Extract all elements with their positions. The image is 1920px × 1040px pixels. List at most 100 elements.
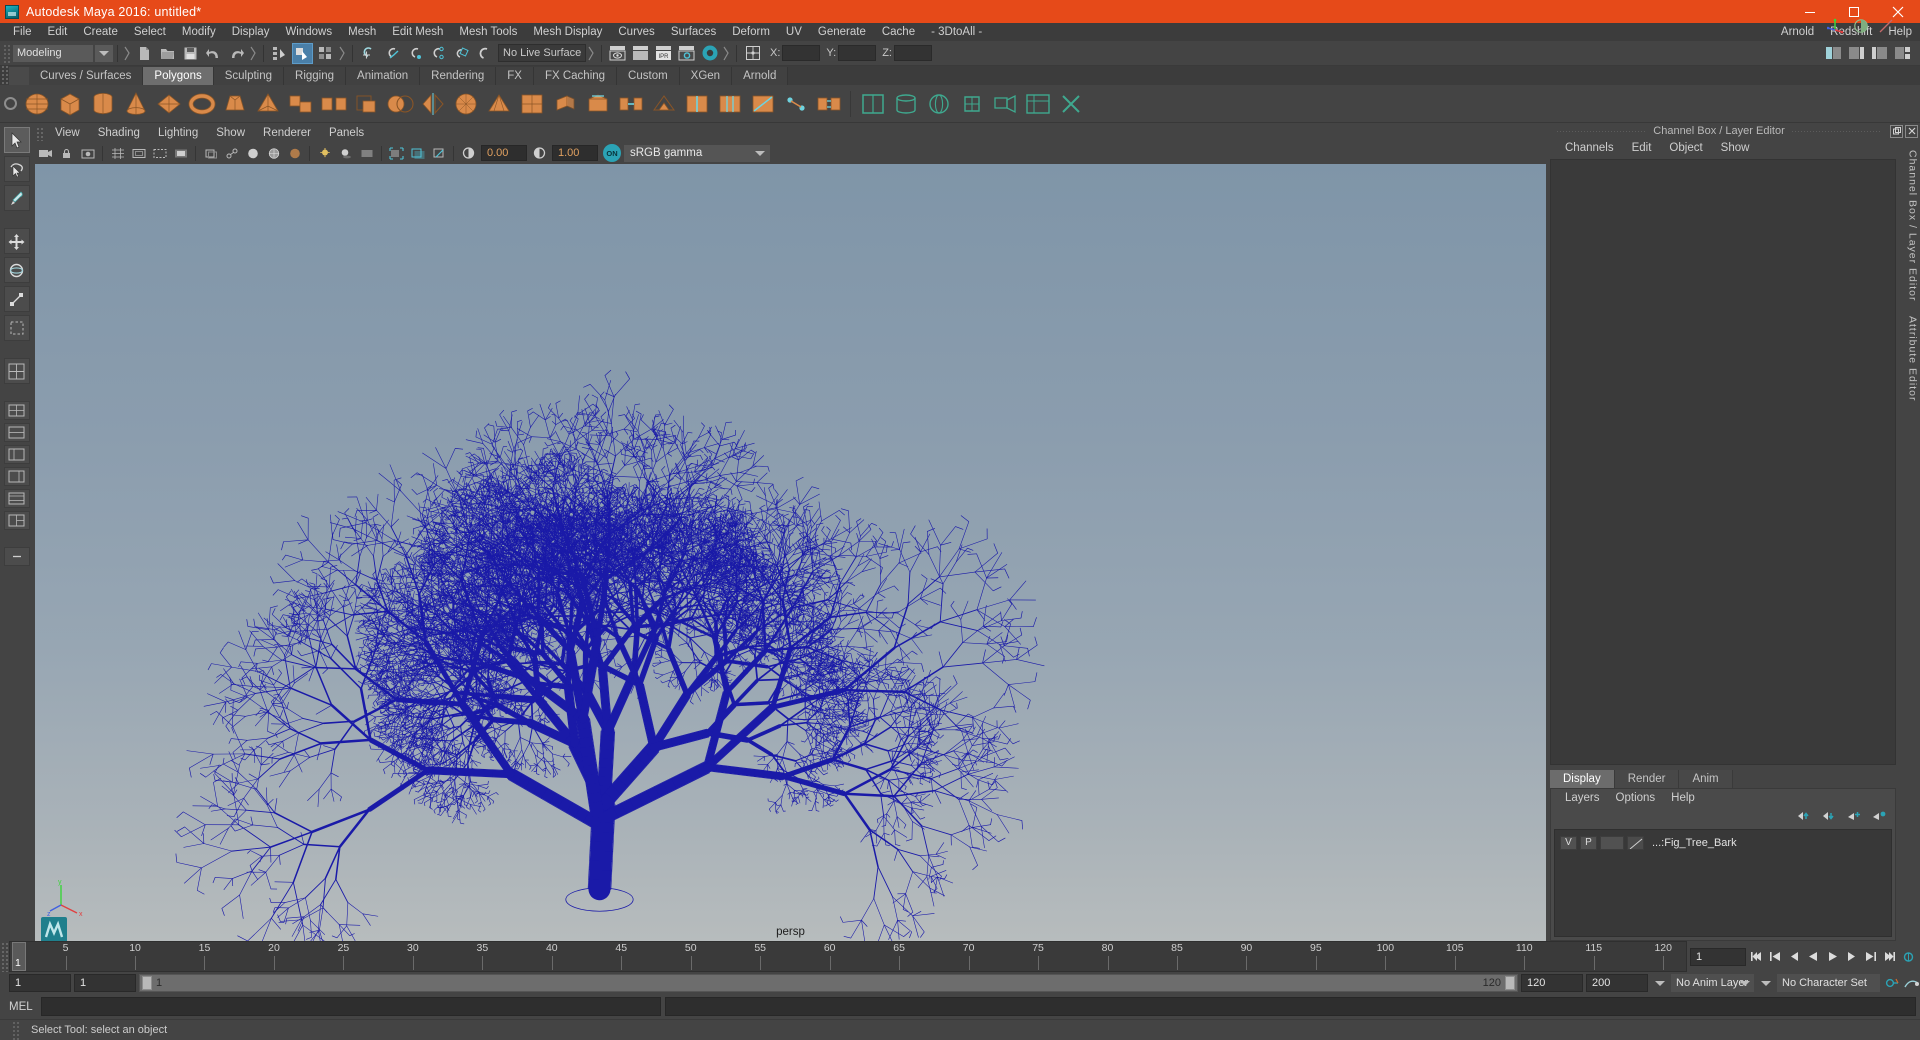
viewport-menu-lighting[interactable]: Lighting bbox=[149, 125, 207, 142]
anim-layer-dropdown-icon[interactable] bbox=[1757, 974, 1774, 992]
menu-item-generate[interactable]: Generate bbox=[810, 23, 874, 41]
layout-hypershade-button[interactable] bbox=[3, 489, 30, 508]
editor-layout-icon[interactable] bbox=[742, 43, 763, 64]
minimize-icon[interactable] bbox=[1788, 0, 1832, 23]
use-all-lights-icon[interactable] bbox=[315, 144, 334, 163]
uv-cut-icon[interactable] bbox=[1055, 88, 1086, 119]
step-back-key-icon[interactable] bbox=[1767, 948, 1784, 966]
shelf-tab-rendering[interactable]: Rendering bbox=[420, 67, 497, 85]
range-dropdown-icon[interactable] bbox=[1651, 974, 1668, 992]
shelf-tab-polygons[interactable]: Polygons bbox=[143, 67, 214, 85]
layout-two-stacked-button[interactable] bbox=[3, 423, 30, 442]
move-layer-down-icon[interactable] bbox=[1822, 810, 1837, 825]
scale-tool-button[interactable] bbox=[3, 286, 30, 312]
shelf-tab-fx[interactable]: FX bbox=[496, 67, 534, 85]
menu-item-mesh-tools[interactable]: Mesh Tools bbox=[451, 23, 525, 41]
select-by-hierarchy-icon[interactable] bbox=[269, 43, 290, 64]
make-live-icon[interactable] bbox=[473, 43, 494, 64]
menu-item-uv[interactable]: UV bbox=[778, 23, 810, 41]
layer-menu-help[interactable]: Help bbox=[1663, 789, 1703, 807]
last-tool-button[interactable] bbox=[3, 315, 30, 341]
command-input[interactable] bbox=[41, 997, 661, 1016]
layout-persp-graph-button[interactable] bbox=[3, 467, 30, 486]
auto-key-icon[interactable] bbox=[1883, 974, 1900, 992]
hypershade-icon[interactable] bbox=[699, 43, 720, 64]
menuset-selector[interactable]: Modeling bbox=[13, 44, 93, 62]
lasso-tool-button[interactable] bbox=[3, 156, 30, 182]
poly-cylinder-icon[interactable] bbox=[87, 88, 118, 119]
paint-select-tool-button[interactable] bbox=[3, 185, 30, 211]
coord-z-field[interactable] bbox=[893, 45, 932, 61]
anim-layer-selector[interactable]: No Anim Layer bbox=[1671, 974, 1754, 992]
select-by-object-icon[interactable] bbox=[292, 42, 313, 64]
shelf-tab-xgen[interactable]: XGen bbox=[679, 67, 733, 85]
live-surface-field[interactable]: No Live Surface bbox=[498, 44, 586, 62]
layer-tab-render[interactable]: Render bbox=[1614, 770, 1680, 788]
snap-to-grid-icon[interactable] bbox=[358, 43, 379, 64]
animation-preferences-icon[interactable] bbox=[1903, 974, 1920, 992]
target-weld-icon[interactable] bbox=[780, 88, 811, 119]
status-bar-grip[interactable] bbox=[11, 1020, 20, 1040]
snap-to-view-plane-icon[interactable] bbox=[450, 43, 471, 64]
menu-item-3dtoall[interactable]: - 3DtoAll - bbox=[923, 23, 990, 41]
new-scene-icon[interactable] bbox=[134, 43, 155, 64]
time-slider-track[interactable]: 1 5 10 15 20 25 30 35 40 45 50 55 60 65 70 75 80 85 90 95 1… bbox=[9, 941, 1687, 972]
render-view-icon[interactable] bbox=[607, 43, 628, 64]
toggle-curve-icon[interactable] bbox=[1878, 18, 1894, 37]
poly-plane-icon[interactable] bbox=[153, 88, 184, 119]
current-time-indicator[interactable]: 1 bbox=[12, 942, 26, 971]
menu-item-surfaces[interactable]: Surfaces bbox=[663, 23, 724, 41]
shelf-grip[interactable] bbox=[0, 66, 9, 85]
connect-icon[interactable] bbox=[813, 88, 844, 119]
poly-prism-icon[interactable] bbox=[219, 88, 250, 119]
xray-icon[interactable] bbox=[201, 144, 220, 163]
uv-spherical-icon[interactable] bbox=[923, 88, 954, 119]
menu-item-edit[interactable]: Edit bbox=[40, 23, 76, 41]
channelbox-menu-edit[interactable]: Edit bbox=[1623, 139, 1661, 157]
separate-icon[interactable] bbox=[318, 88, 349, 119]
new-layer-from-selected-icon[interactable] bbox=[1872, 810, 1887, 825]
boolean-icon[interactable] bbox=[384, 88, 415, 119]
isolate-add-icon[interactable] bbox=[408, 144, 427, 163]
show-hide-modeling-toolkit-icon[interactable] bbox=[1823, 43, 1844, 64]
wireframe-on-shaded-icon[interactable] bbox=[264, 144, 283, 163]
command-output[interactable] bbox=[665, 997, 1916, 1016]
channelbox-menu-show[interactable]: Show bbox=[1712, 139, 1759, 157]
menu-item-mesh[interactable]: Mesh bbox=[340, 23, 384, 41]
move-tool-button[interactable] bbox=[3, 228, 30, 254]
channelbox-menu-object[interactable]: Object bbox=[1660, 139, 1711, 157]
layer-menu-options[interactable]: Options bbox=[1608, 789, 1664, 807]
layer-shading-toggle[interactable] bbox=[1600, 835, 1624, 850]
shelf-tab-fx-caching[interactable]: FX Caching bbox=[533, 67, 618, 85]
menu-item-arnold[interactable]: Arnold bbox=[1773, 23, 1822, 41]
shelf-tab-rigging[interactable]: Rigging bbox=[284, 67, 347, 85]
render-settings-icon[interactable] bbox=[676, 43, 697, 64]
gamma-field[interactable]: 1.00 bbox=[552, 145, 598, 161]
triangulate-icon[interactable] bbox=[483, 88, 514, 119]
shelf-tab-arnold[interactable]: Arnold bbox=[732, 67, 789, 85]
viewport-menu-renderer[interactable]: Renderer bbox=[254, 125, 320, 142]
layout-persp-outliner-button[interactable] bbox=[3, 445, 30, 464]
range-end-field[interactable]: 120 bbox=[1521, 974, 1583, 992]
show-manipulator-icon[interactable] bbox=[1826, 17, 1844, 37]
show-hide-tool-settings-icon[interactable] bbox=[1869, 43, 1890, 64]
range-end-handle[interactable] bbox=[1505, 976, 1515, 990]
select-camera-icon[interactable] bbox=[36, 144, 55, 163]
tree-wireframe-model[interactable] bbox=[35, 164, 1546, 941]
shelf-tab-curves-surfaces[interactable]: Curves / Surfaces bbox=[29, 67, 144, 85]
exposure-field[interactable]: 0.00 bbox=[481, 145, 527, 161]
range-start-field[interactable]: 1 bbox=[74, 974, 136, 992]
extract-icon[interactable] bbox=[351, 88, 382, 119]
uv-editor-icon[interactable] bbox=[1022, 88, 1053, 119]
viewport-menu-show[interactable]: Show bbox=[207, 125, 254, 142]
go-to-start-icon[interactable] bbox=[1748, 948, 1765, 966]
move-layer-up-icon[interactable] bbox=[1797, 810, 1812, 825]
shadows-icon[interactable] bbox=[336, 144, 355, 163]
layer-list[interactable]: V P ...:Fig_Tree_Bark bbox=[1554, 829, 1892, 937]
viewport-menu-view[interactable]: View bbox=[46, 125, 89, 142]
step-forward-frame-icon[interactable] bbox=[1843, 948, 1860, 966]
file-group-flag[interactable] bbox=[250, 45, 257, 62]
poly-torus-icon[interactable] bbox=[186, 88, 217, 119]
color-management-selector[interactable]: sRGB gamma bbox=[624, 144, 770, 162]
poly-sphere-icon[interactable] bbox=[21, 88, 52, 119]
